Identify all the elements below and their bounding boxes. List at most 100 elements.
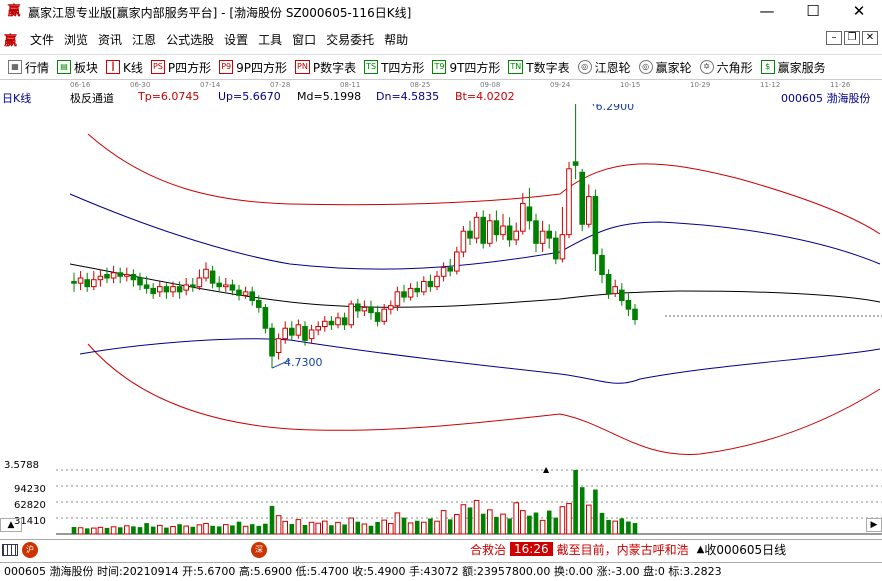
app-logo-icon: 赢: [7, 4, 21, 19]
volume-bar: [322, 520, 328, 535]
menu-file[interactable]: 文件: [30, 31, 54, 48]
menu-settings[interactable]: 设置: [224, 31, 248, 48]
toolbar-winner-wheel-button[interactable]: ◎ 赢家轮: [638, 59, 692, 76]
toolbar-gann-wheel-button[interactable]: ◎ 江恩轮: [577, 59, 631, 76]
volume-bar: [183, 525, 189, 535]
toolbar-sector-button[interactable]: ▤ 板块: [57, 59, 98, 76]
shenzhen-badge-icon[interactable]: 深: [251, 541, 267, 558]
toolbar-9p-square-button[interactable]: P9 9P四方形: [219, 59, 287, 76]
candle: [487, 213, 493, 247]
menu-browse[interactable]: 浏览: [64, 31, 88, 48]
candlestick-series: [71, 104, 638, 369]
candle: [500, 213, 506, 240]
volume-bar: [289, 524, 295, 534]
minimize-button[interactable]: —: [744, 0, 790, 24]
toolbar-p-number-button[interactable]: PN P数字表: [295, 59, 356, 76]
menu-gann[interactable]: 江恩: [132, 31, 156, 48]
toolbar-quotes-button[interactable]: ▦ 行情: [8, 59, 49, 76]
toolbar-hexagon-button[interactable]: ✡ 六角形: [699, 59, 753, 76]
scroll-left-button[interactable]: ▲: [0, 518, 22, 532]
candle: [249, 286, 255, 306]
candle: [526, 187, 533, 230]
close-button[interactable]: ✕: [836, 0, 882, 24]
toolbar-p-square-button[interactable]: PS P四方形: [150, 59, 211, 76]
toolbar-t-number-button[interactable]: TN T数字表: [508, 59, 570, 76]
volume-bar: [467, 507, 473, 534]
volume-bar: [539, 519, 546, 535]
candle: [612, 279, 619, 298]
volume-bar: [329, 525, 334, 534]
candle: [599, 248, 605, 284]
indicator-md: Md=5.1998: [297, 90, 362, 103]
candle: [262, 303, 269, 334]
volume-bar: [117, 527, 123, 534]
volume-axis-label: 94230: [14, 484, 46, 495]
volume-bar: [487, 509, 493, 535]
candle: [242, 286, 249, 299]
volume-bar: [295, 519, 302, 535]
toolbar: ▦ 行情 ▤ 板块 ┃ K线 PS P四方形 P9 9P四方形 PN P数字表 TS T四方形…: [0, 54, 882, 80]
menu-tools[interactable]: 工具: [258, 31, 282, 48]
mdi-close-icon[interactable]: ✕: [862, 31, 878, 45]
volume-bar: [480, 513, 486, 534]
volume-bar: [236, 521, 242, 534]
news-ticker[interactable]: 合救治 16:26 截至目前，内蒙古呼和浩 ▲ 收000605日线: [468, 541, 786, 557]
candle: [341, 312, 348, 330]
candle: [553, 231, 559, 265]
volume-bar: [124, 525, 130, 535]
volume-axis-label: 3.5788: [4, 460, 39, 471]
toolbar-9t-square-button[interactable]: T9 9T四方形: [432, 59, 500, 76]
menu-formula-screen[interactable]: 公式选股: [166, 31, 214, 48]
toolbar-t-square-button[interactable]: TS T四方形: [364, 59, 424, 76]
volume-bar: [579, 487, 585, 534]
indicator-bar: 日K线 极反通道 Tp=6.0745 Up=5.6670 Md=5.1998 D…: [0, 88, 882, 105]
scroll-right-button[interactable]: ▶: [866, 518, 882, 532]
sector-icon: ▤: [57, 60, 72, 74]
candle: [401, 284, 407, 303]
candle: [117, 267, 124, 284]
indicator-up: Up=5.6670: [218, 90, 281, 103]
volume-bar: [520, 510, 526, 535]
ts-icon: TS: [364, 60, 379, 74]
candle: [190, 277, 196, 292]
ticker-time: 16:26: [510, 542, 553, 556]
up-arrow-icon[interactable]: ▲: [697, 544, 705, 555]
candle: [506, 217, 513, 247]
candle: [71, 272, 77, 292]
volume-bar: [335, 521, 341, 535]
menu-info[interactable]: 资讯: [98, 31, 122, 48]
toolbar-kline-button[interactable]: ┃ K线: [106, 59, 143, 76]
candle: [374, 305, 381, 327]
volume-bar: [308, 521, 315, 535]
candle: [322, 316, 328, 332]
maximize-button[interactable]: ☐: [790, 0, 836, 24]
volume-bar: [460, 504, 467, 535]
volume-bar: [612, 520, 619, 535]
volume-bar: [84, 528, 90, 534]
mdi-minimize-icon[interactable]: –: [826, 31, 842, 45]
menu-bar: 赢 文件 浏览 资讯 江恩 公式选股 设置 工具 窗口 交易委托 帮助: [0, 28, 882, 50]
kline-chart[interactable]: 6.2900 4.7300 ▲ 3.5788 94230 62820 31410: [0, 104, 882, 538]
mdi-restore-icon[interactable]: ❐: [844, 31, 860, 45]
menu-trade[interactable]: 交易委托: [326, 31, 374, 48]
candle: [493, 210, 500, 242]
volume-bar: [249, 524, 255, 534]
volume-bar: [216, 526, 222, 534]
toolbar-winner-service-button[interactable]: $ 赢家服务: [760, 59, 826, 76]
grid-icon[interactable]: [2, 543, 18, 556]
volume-bar: [223, 524, 229, 535]
volume-marker-icon: ▲: [543, 465, 550, 474]
candle: [216, 276, 222, 292]
volume-bar: [527, 515, 532, 534]
volume-bar: [196, 524, 203, 535]
candle: [91, 271, 97, 291]
candle: [361, 300, 368, 317]
shanghai-badge-icon[interactable]: 沪: [22, 541, 38, 558]
menu-help[interactable]: 帮助: [384, 31, 408, 48]
volume-bar: [269, 505, 275, 534]
volume-bar: [500, 513, 506, 535]
volume-bar: [368, 525, 374, 534]
candle: [520, 193, 526, 235]
menu-window[interactable]: 窗口: [292, 31, 316, 48]
mdi-controls: – ❐ ✕: [826, 31, 878, 45]
